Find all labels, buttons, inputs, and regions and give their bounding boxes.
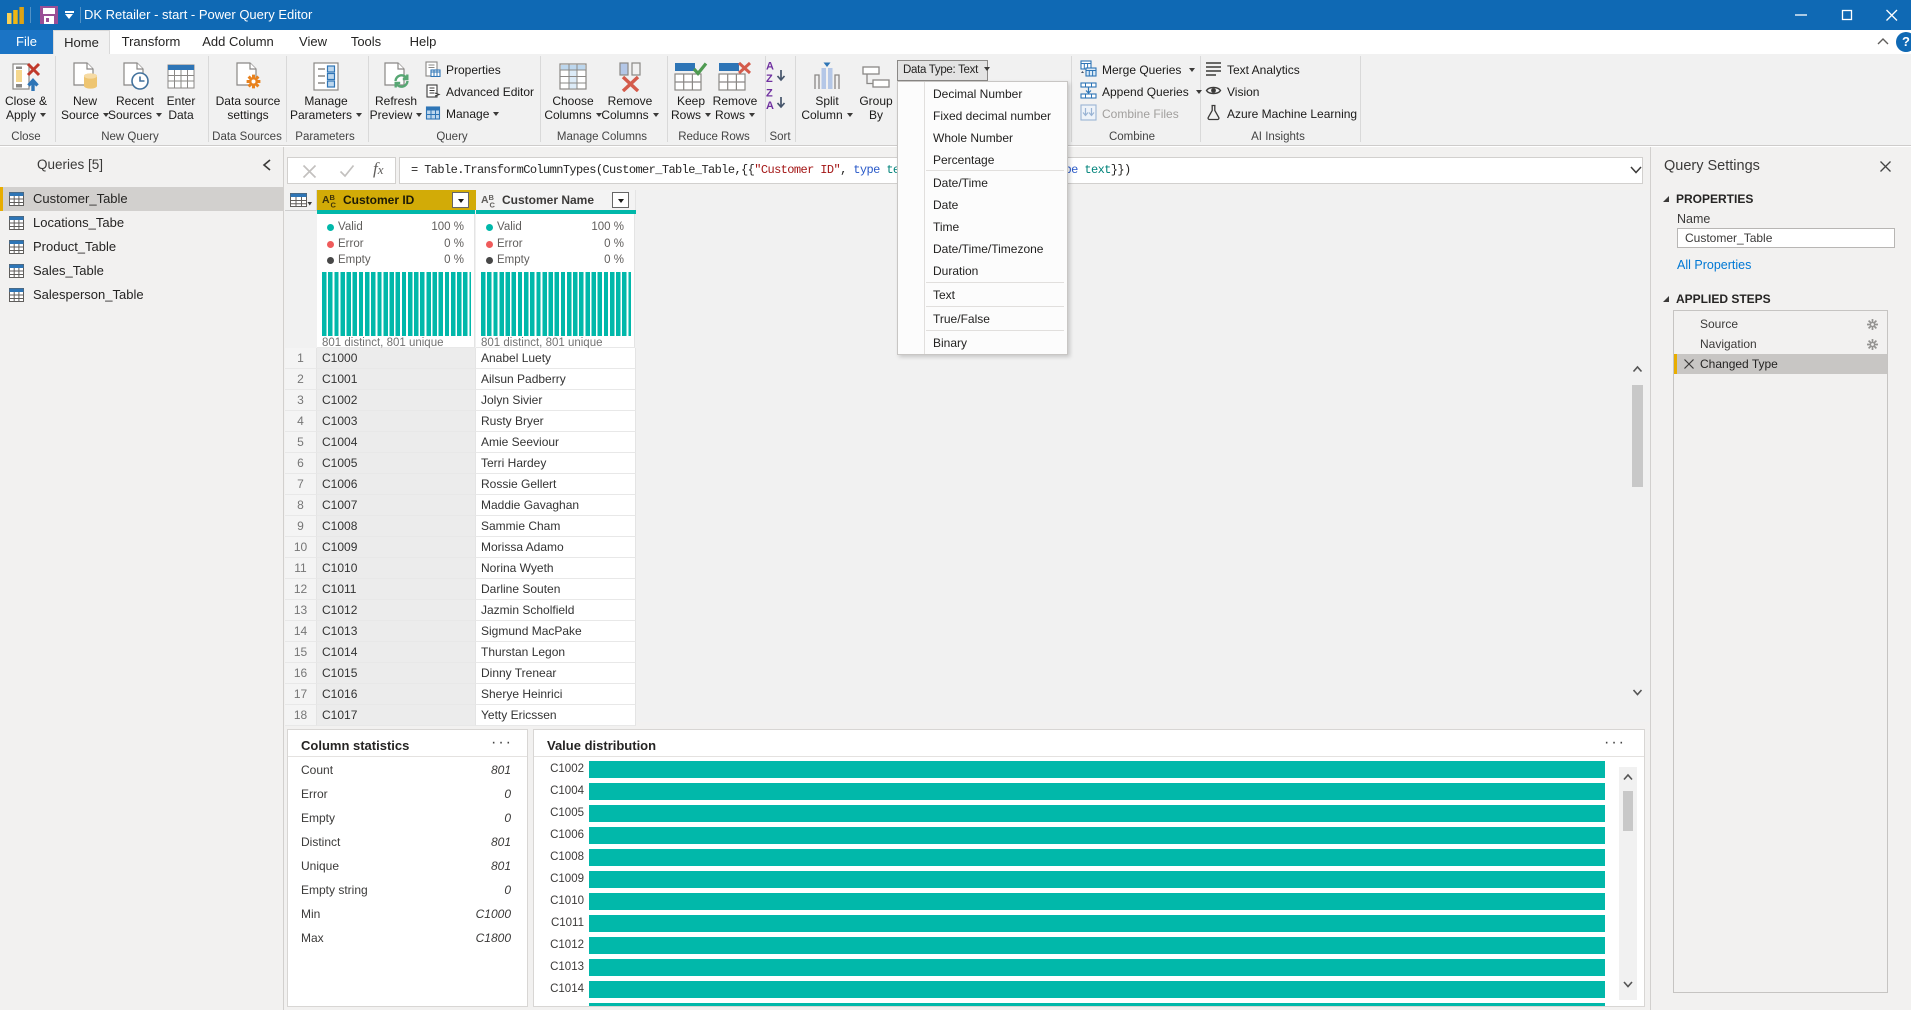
- svg-text:A: A: [766, 61, 774, 73]
- svg-text:Z: Z: [766, 88, 773, 100]
- svg-text:C: C: [331, 201, 337, 209]
- svg-text:C: C: [490, 201, 496, 209]
- svg-text:Z: Z: [766, 73, 773, 83]
- svg-text:A: A: [766, 100, 774, 110]
